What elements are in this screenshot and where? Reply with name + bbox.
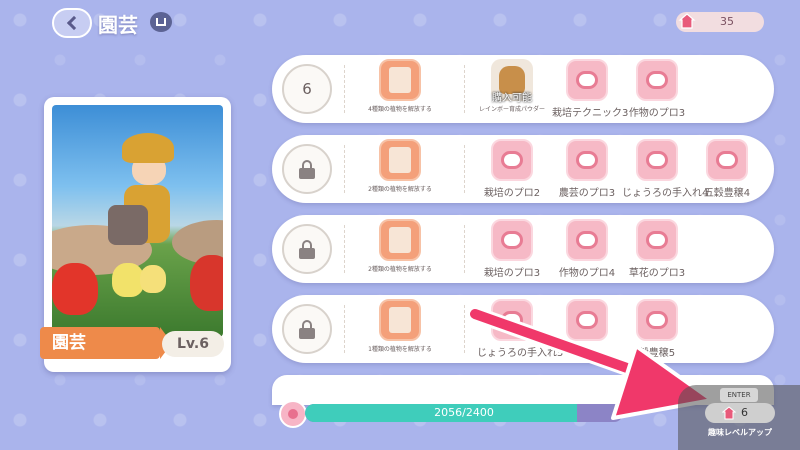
lock-badge <box>282 224 332 274</box>
chevron-left-icon <box>66 15 82 31</box>
reward-row: 1種類の植物を解放する じょうろの手入れ5 ク4 穀豊穣5 <box>272 295 774 363</box>
reward-item[interactable]: 栽培のプロ2 <box>477 139 547 199</box>
skill-scroll-icon <box>491 219 533 261</box>
unlock-plants-reward[interactable]: 1種類の植物を解放する <box>352 299 448 353</box>
divider <box>344 145 345 193</box>
character-artwork <box>52 105 223 337</box>
reward-item[interactable]: 購入可能レインボー育成パウダー <box>477 59 547 113</box>
lock-badge <box>282 304 332 354</box>
divider <box>464 145 465 193</box>
level-up-label: 趣味レベルアップ <box>708 428 772 437</box>
recipe-book-icon <box>379 299 421 341</box>
reward-label: 五穀豊穣4 <box>703 188 751 199</box>
skill-scroll-icon <box>491 299 533 341</box>
skill-scroll-icon <box>566 139 608 181</box>
reward-item[interactable]: 草花のプロ3 <box>622 219 692 279</box>
skill-scroll-icon <box>636 219 678 261</box>
lock-icon <box>299 160 315 179</box>
divider <box>464 225 465 273</box>
skill-scroll-icon <box>566 59 608 101</box>
hobby-level: Lv.6 <box>162 331 224 357</box>
reward-label: 4種類の植物を解放する <box>368 106 432 113</box>
reward-item[interactable]: 作物のプロ3 <box>622 59 692 119</box>
unlock-plants-reward[interactable]: 2種類の植物を解放する <box>352 139 448 193</box>
level-up-cost: 6 <box>705 403 775 423</box>
row-level-number: 6 <box>302 80 312 98</box>
reward-item[interactable]: 栽培のプロ3 <box>477 219 547 279</box>
skill-scroll-icon <box>636 59 678 101</box>
skill-scroll-icon <box>636 299 678 341</box>
book-icon[interactable] <box>150 12 172 32</box>
reward-item[interactable]: ク4 <box>552 299 622 359</box>
reward-item[interactable]: じょうろの手入れ5 <box>477 299 564 359</box>
divider <box>344 65 345 113</box>
page-title: 園芸 <box>98 13 138 37</box>
recipe-book-icon <box>379 59 421 101</box>
reward-row: 2種類の植物を解放する 栽培のプロ3 作物のプロ4 草花のプロ3 <box>272 215 774 283</box>
reward-row: 2種類の植物を解放する 栽培のプロ2 農芸のプロ3 じょうろの手入れ4 五穀豊穣4 <box>272 135 774 203</box>
hobby-name-label: 園芸 <box>40 327 172 359</box>
reward-label: レインボー育成パウダー <box>478 106 545 113</box>
skill-scroll-icon <box>636 139 678 181</box>
skill-scroll-icon <box>706 139 748 181</box>
reward-label: 2種類の植物を解放する <box>368 186 432 193</box>
reward-item[interactable]: 穀豊穣5 <box>622 299 692 359</box>
divider <box>344 225 345 273</box>
lock-icon <box>299 320 315 339</box>
house-icon <box>722 406 736 420</box>
reward-label: 2種類の植物を解放する <box>368 266 432 273</box>
level-badge: 6 <box>282 64 332 114</box>
skill-scroll-icon <box>491 139 533 181</box>
reward-item[interactable]: 農芸のプロ3 <box>552 139 622 199</box>
purchasable-tag: 購入可能 <box>492 93 532 104</box>
unlock-plants-reward[interactable]: 4種類の植物を解放する <box>352 59 448 113</box>
back-button[interactable] <box>52 8 92 38</box>
recipe-book-icon <box>379 139 421 181</box>
reward-label: 栽培テクニック3 <box>552 108 629 119</box>
reward-label: 穀豊穣5 <box>638 348 676 359</box>
reward-label: ク4 <box>578 348 596 359</box>
reward-label: 栽培のプロ3 <box>483 268 541 279</box>
house-icon <box>678 13 696 29</box>
divider <box>464 305 465 353</box>
enter-key-hint: ENTER <box>720 388 758 402</box>
unlock-plants-reward[interactable]: 2種類の植物を解放する <box>352 219 448 273</box>
reward-label: 栽培のプロ2 <box>483 188 541 199</box>
reward-label: 農芸のプロ3 <box>558 188 616 199</box>
reward-item[interactable]: 栽培テクニック3 <box>552 59 629 119</box>
reward-item[interactable]: 五穀豊穣4 <box>692 139 762 199</box>
reward-row: 6 4種類の植物を解放する 購入可能レインボー育成パウダー 栽培テクニック3 作物のプロ… <box>272 55 774 123</box>
divider <box>344 305 345 353</box>
exp-progress-text: 2056/2400 <box>434 406 494 419</box>
reward-label: 作物のプロ4 <box>558 268 616 279</box>
skill-scroll-icon <box>566 299 608 341</box>
reward-label: 草花のプロ3 <box>628 268 686 279</box>
divider <box>464 65 465 113</box>
reward-label: 作物のプロ3 <box>628 108 686 119</box>
reward-item[interactable]: 作物のプロ4 <box>552 219 622 279</box>
reward-label: じょうろの手入れ5 <box>477 348 564 359</box>
reward-label: 1種類の植物を解放する <box>368 346 432 353</box>
lock-icon <box>299 240 315 259</box>
reward-item[interactable]: じょうろの手入れ4 <box>622 139 709 199</box>
recipe-book-icon <box>379 219 421 261</box>
reward-label: じょうろの手入れ4 <box>622 188 709 199</box>
lock-badge <box>282 144 332 194</box>
skill-scroll-icon <box>566 219 608 261</box>
